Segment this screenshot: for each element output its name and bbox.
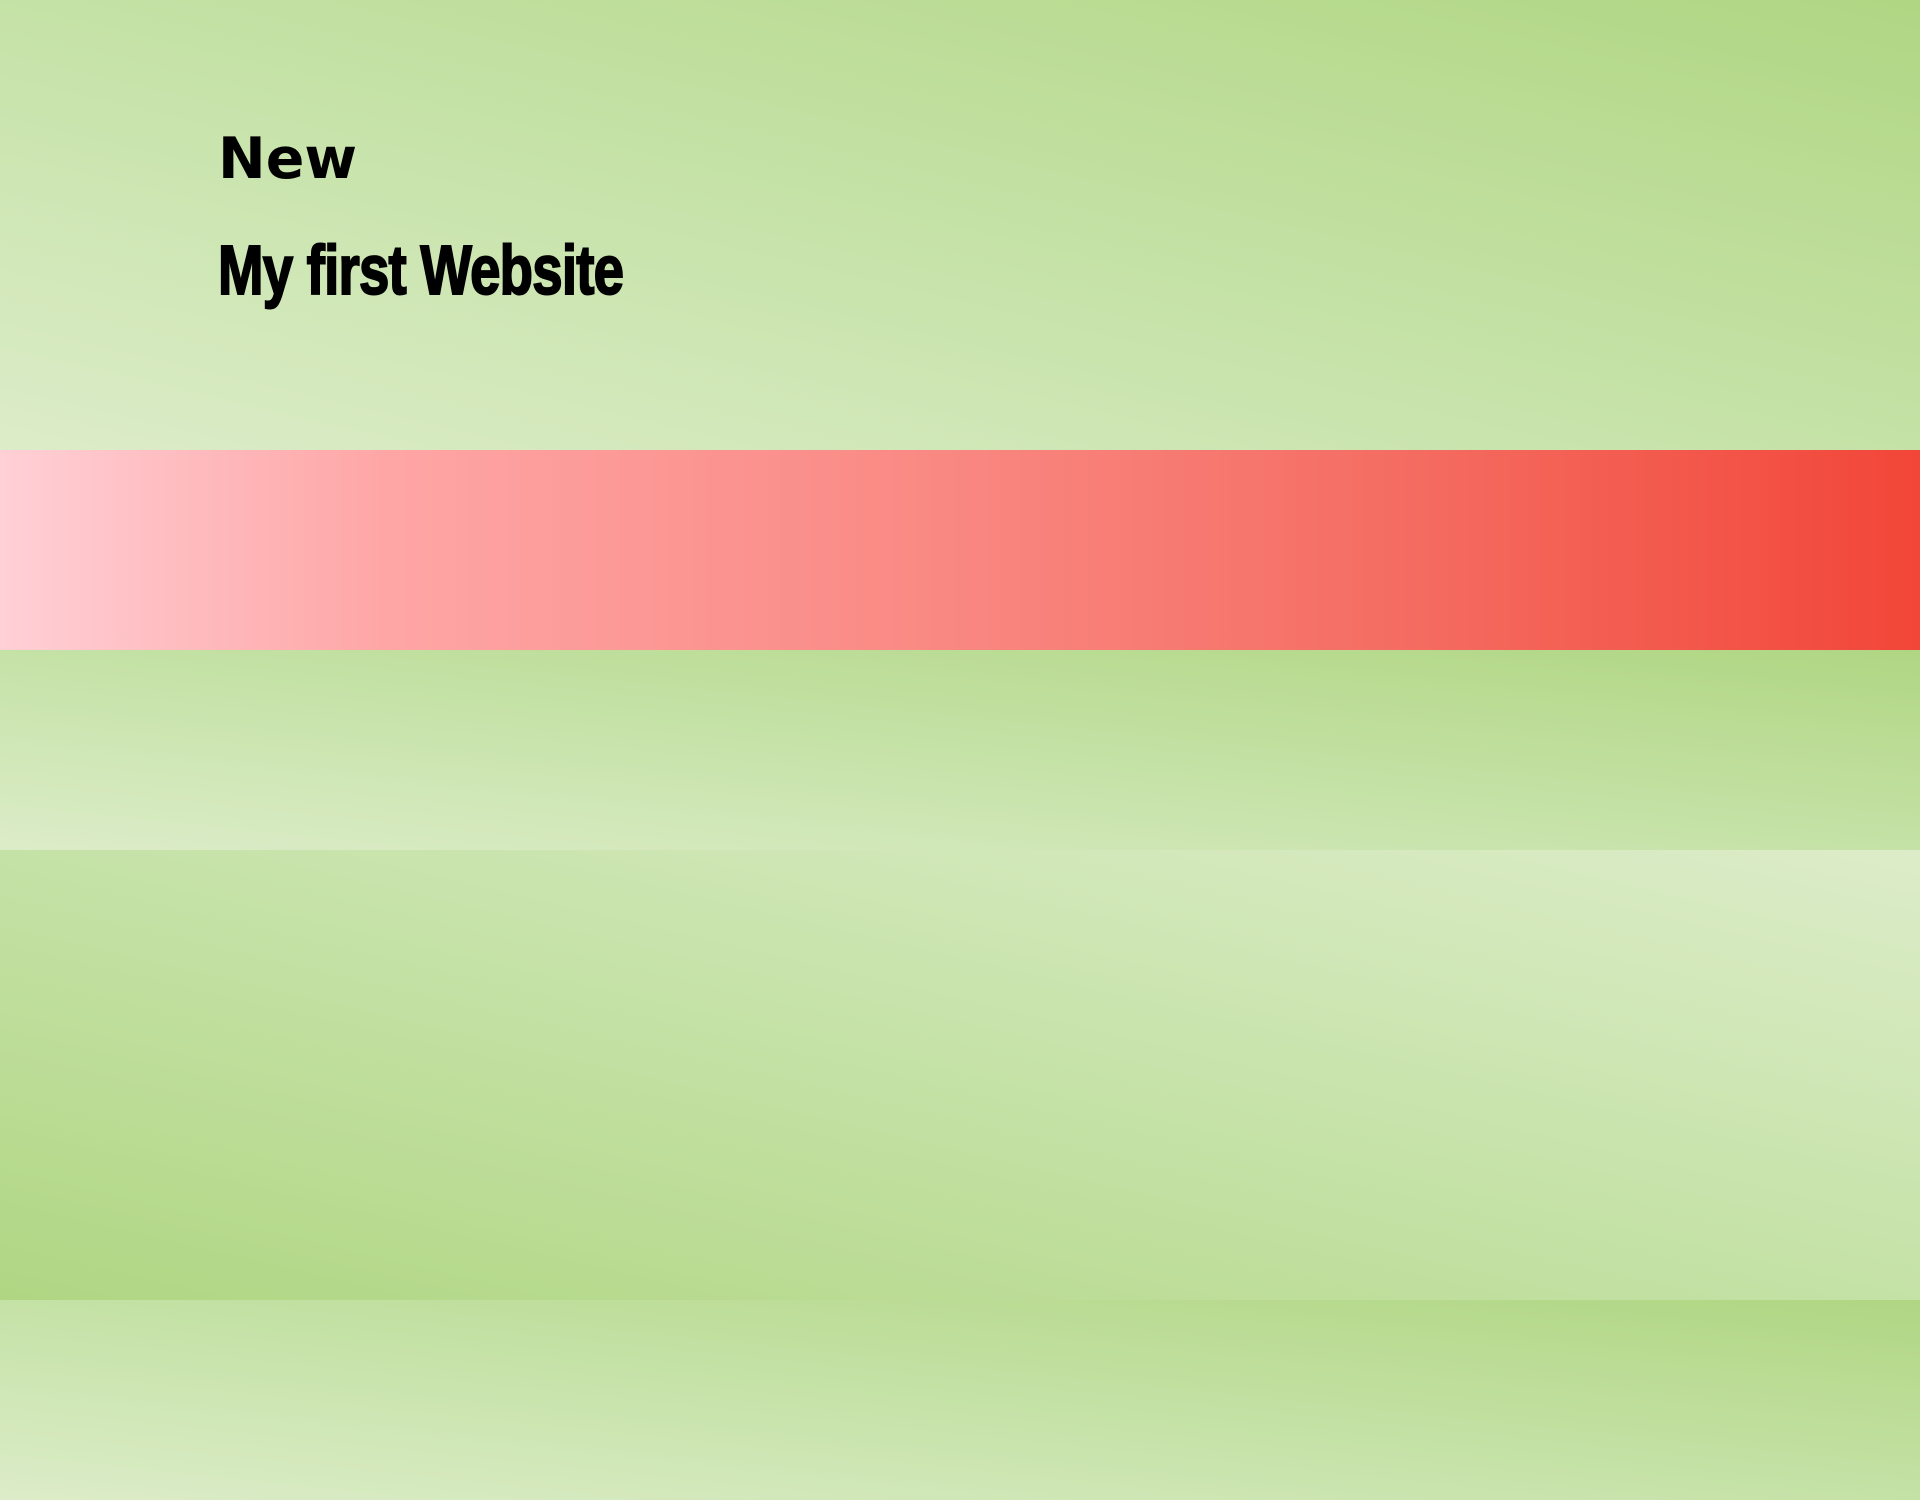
page-title: My first Website (217, 230, 625, 310)
green-strip-upper (0, 650, 1920, 850)
hero-section: New My first Website (0, 0, 1920, 450)
green-strip-lower (0, 1300, 1920, 1500)
red-banner (0, 450, 1920, 650)
hero-eyebrow: New (218, 126, 358, 192)
page: New My first Website (0, 0, 1920, 1500)
green-content-block (0, 850, 1920, 1300)
